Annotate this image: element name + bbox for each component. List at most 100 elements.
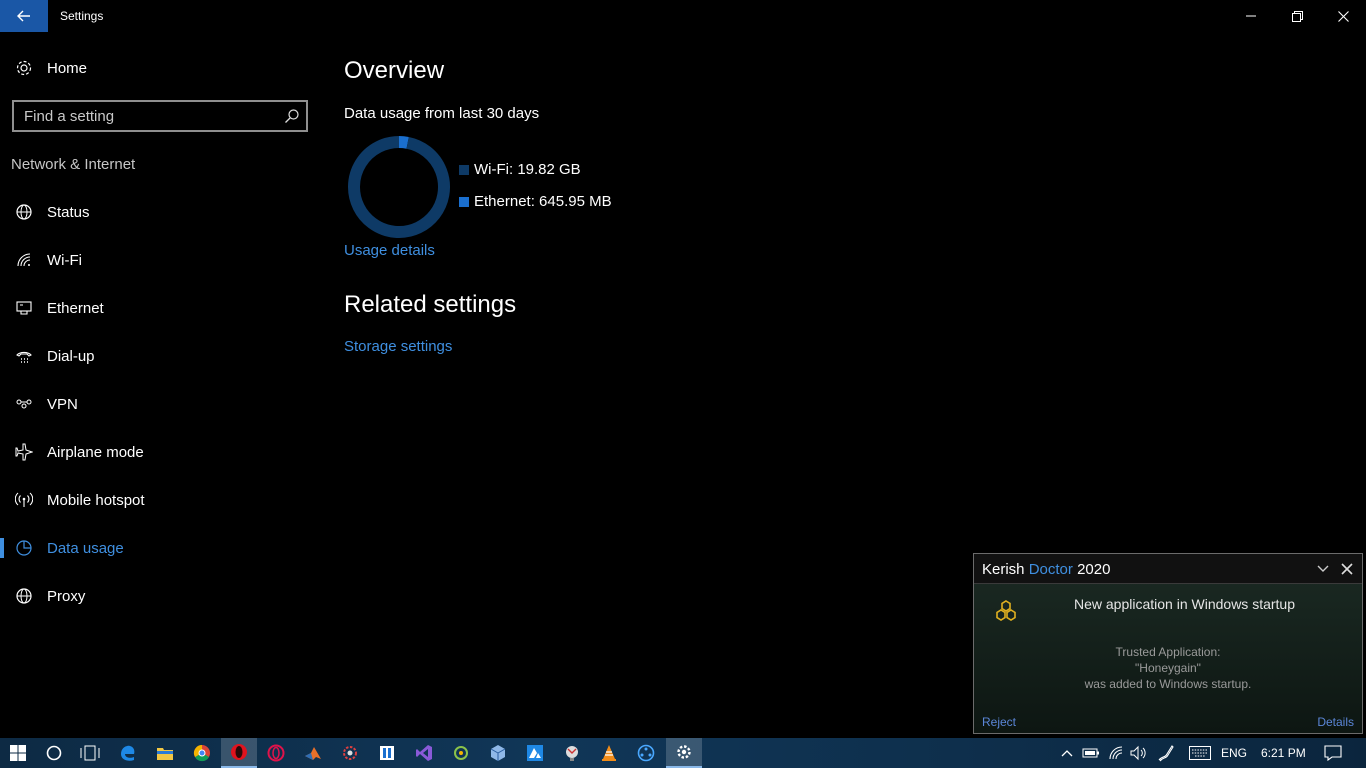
reject-link[interactable]: Reject <box>982 715 1016 729</box>
collapse-button[interactable] <box>1314 560 1332 578</box>
notification-header: Kerish Doctor 2020 <box>974 554 1362 584</box>
legend-label-wifi: Wi-Fi: 19.82 GB <box>474 161 581 178</box>
windows-logo-icon <box>10 745 26 761</box>
taskbar-app-ball[interactable] <box>554 738 590 768</box>
legend-swatch-ethernet <box>459 196 469 207</box>
sidebar-item-airplane-mode[interactable]: Airplane mode <box>0 432 320 472</box>
task-view-button[interactable] <box>72 738 108 768</box>
airplane-icon <box>14 442 34 462</box>
input-language-indicator[interactable]: ENG <box>1221 738 1247 768</box>
app-green-icon <box>454 746 468 760</box>
file-explorer-icon <box>157 748 173 760</box>
battery-icon <box>1082 748 1099 758</box>
taskbar-app-azure[interactable] <box>517 738 553 768</box>
app-name-part: Doctor <box>1028 561 1073 578</box>
restore-button[interactable] <box>1274 0 1320 32</box>
dialup-icon <box>14 346 34 366</box>
start-button[interactable] <box>0 738 36 768</box>
sidebar-item-proxy[interactable]: Proxy <box>0 576 320 616</box>
sidebar-item-mobile-hotspot[interactable]: Mobile hotspot <box>0 480 320 520</box>
sidebar-item-data-usage[interactable]: Data usage <box>0 528 320 568</box>
taskbar-app-wheel[interactable] <box>628 738 664 768</box>
taskbar-app-green[interactable] <box>443 738 479 768</box>
taskbar-app-box[interactable] <box>369 738 405 768</box>
visual-studio-icon <box>416 745 432 761</box>
settings-icon <box>677 745 691 759</box>
pen-icon <box>1158 745 1174 762</box>
close-icon <box>1337 10 1349 22</box>
opera-gx-icon <box>267 744 285 762</box>
vlc-icon <box>602 745 616 761</box>
globe-icon <box>14 202 34 222</box>
taskbar-app-chrome[interactable] <box>184 738 220 768</box>
app-name-part: 2020 <box>1077 561 1111 578</box>
notification-line: Trusted Application: <box>1115 645 1221 659</box>
chevron-up-icon <box>1061 750 1073 757</box>
edge-icon <box>121 745 135 761</box>
app-ball-icon <box>566 746 578 761</box>
taskbar-app-gear[interactable] <box>332 738 368 768</box>
minimize-button[interactable] <box>1228 0 1274 32</box>
sidebar-item-status[interactable]: Status <box>0 192 320 232</box>
restore-icon <box>1291 10 1303 22</box>
cortana-button[interactable] <box>36 738 72 768</box>
taskbar-app-matlab[interactable] <box>295 738 331 768</box>
taskbar-app-virtualbox[interactable] <box>480 738 516 768</box>
azure-icon <box>527 745 543 761</box>
sidebar-item-home[interactable]: Home <box>0 48 320 88</box>
touch-keyboard-button[interactable] <box>1188 744 1212 762</box>
sidebar-item-label: Ethernet <box>47 299 104 317</box>
app-wheel-icon <box>637 744 655 762</box>
pen-workspace-button[interactable] <box>1157 744 1175 762</box>
sidebar-item-vpn[interactable]: VPN <box>0 384 320 424</box>
clock[interactable]: 6:21 PM <box>1261 738 1306 768</box>
taskbar-app-visual-studio[interactable] <box>406 738 442 768</box>
details-link[interactable]: Details <box>1317 715 1354 729</box>
volume-button[interactable] <box>1130 744 1148 762</box>
data-usage-icon <box>14 538 34 558</box>
keyboard-icon <box>1189 746 1211 760</box>
sidebar-item-label: Status <box>47 203 90 221</box>
show-hidden-icons-button[interactable] <box>1058 744 1076 762</box>
taskbar-app-edge[interactable] <box>110 738 146 768</box>
action-center-button[interactable] <box>1324 744 1342 762</box>
page-title: Overview <box>344 57 445 84</box>
minimize-icon <box>1246 15 1256 17</box>
battery-status-button[interactable] <box>1082 744 1100 762</box>
network-status-button[interactable] <box>1107 744 1125 762</box>
search-icon <box>284 108 300 124</box>
taskbar: ENG 6:21 PM <box>0 738 1366 768</box>
search-input[interactable]: Find a setting <box>12 100 308 132</box>
legend-label-ethernet: Ethernet: 645.95 MB <box>474 193 612 210</box>
app-name-part: Kerish <box>982 561 1025 578</box>
notification-app-name: Kerish Doctor 2020 <box>982 561 1110 578</box>
gear-icon <box>14 58 34 78</box>
sidebar-item-ethernet[interactable]: Ethernet <box>0 288 320 328</box>
sidebar-item-label: Proxy <box>47 587 86 605</box>
taskbar-app-opera-gx[interactable] <box>258 738 294 768</box>
section-label: Network & Internet <box>11 156 136 173</box>
notification-line: was added to Windows startup. <box>1084 677 1252 691</box>
taskbar-app-vlc[interactable] <box>591 738 627 768</box>
taskbar-app-opera[interactable] <box>221 738 257 768</box>
usage-details-link[interactable]: Usage details <box>344 242 435 259</box>
matlab-icon <box>305 747 321 760</box>
opera-icon <box>231 744 247 760</box>
kerish-honeycomb-logo-icon <box>992 598 1020 626</box>
sidebar-item-dialup[interactable]: Dial-up <box>0 336 320 376</box>
sidebar-item-label: Wi-Fi <box>47 251 82 269</box>
wifi-icon <box>14 250 34 270</box>
notification-close-button[interactable] <box>1338 560 1356 578</box>
virtualbox-icon <box>490 745 506 761</box>
sidebar-item-label: Dial-up <box>47 347 95 365</box>
back-button[interactable] <box>0 0 48 32</box>
taskbar-app-settings[interactable] <box>666 738 702 768</box>
title-bar: Settings <box>0 0 1366 32</box>
storage-settings-link[interactable]: Storage settings <box>344 338 452 355</box>
sidebar-item-wifi[interactable]: Wi-Fi <box>0 240 320 280</box>
taskbar-app-file-explorer[interactable] <box>147 738 183 768</box>
close-button[interactable] <box>1320 0 1366 32</box>
donut-slice-ethernet <box>398 136 409 149</box>
cortana-icon <box>46 745 62 761</box>
wifi-icon <box>1109 746 1123 760</box>
